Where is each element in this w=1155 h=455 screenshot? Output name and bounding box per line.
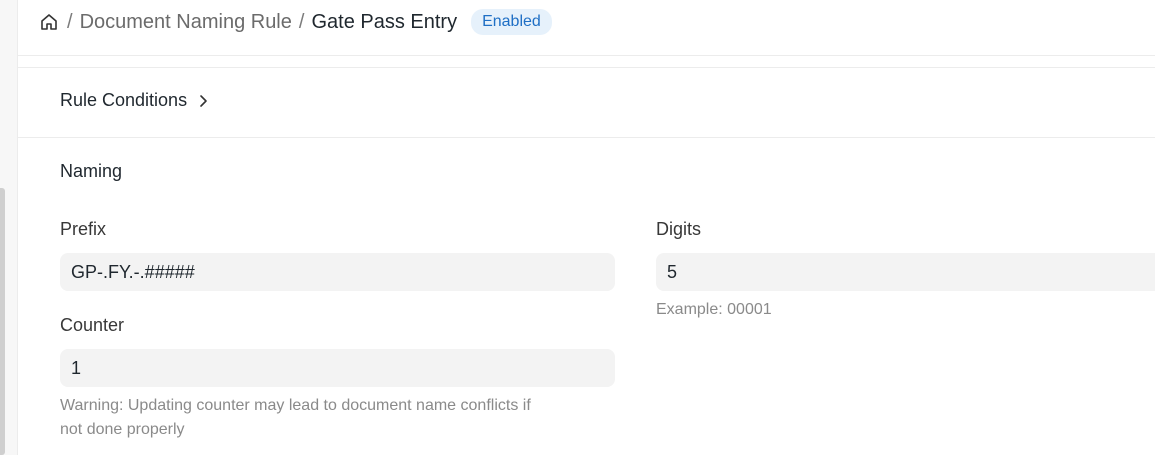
- rule-conditions-label: Rule Conditions: [60, 90, 188, 110]
- divider: [18, 55, 1155, 56]
- divider: [18, 67, 1155, 68]
- breadcrumb-separator: /: [67, 10, 73, 33]
- breadcrumb-parent-link[interactable]: Document Naming Rule: [80, 11, 292, 34]
- prefix-input[interactable]: [60, 253, 615, 291]
- breadcrumb-separator: /: [298, 10, 305, 33]
- chevron-right-icon: [197, 94, 209, 108]
- digits-label: Digits: [656, 219, 702, 239]
- divider: [18, 137, 1155, 138]
- counter-warning-line: Warning: Updating counter may lead to do…: [60, 397, 531, 414]
- digits-help-text: Example: 00001: [656, 301, 772, 318]
- home-icon[interactable]: [38, 11, 60, 33]
- breadcrumb: / Document Naming Rule / Gate Pass Entry…: [18, 0, 1155, 44]
- digits-input[interactable]: [656, 253, 1155, 291]
- counter-warning-text: Warning: Updating counter may lead to do…: [60, 394, 531, 442]
- counter-warning-line: not done properly: [60, 421, 185, 438]
- naming-section-title: Naming: [60, 161, 123, 181]
- scrollbar[interactable]: [0, 188, 5, 455]
- counter-input[interactable]: [60, 349, 615, 387]
- status-badge: Enabled: [471, 9, 552, 35]
- prefix-label: Prefix: [60, 219, 107, 239]
- rule-conditions-toggle[interactable]: Rule Conditions: [60, 90, 209, 111]
- counter-label: Counter: [60, 315, 125, 335]
- page-title: Gate Pass Entry: [311, 10, 458, 33]
